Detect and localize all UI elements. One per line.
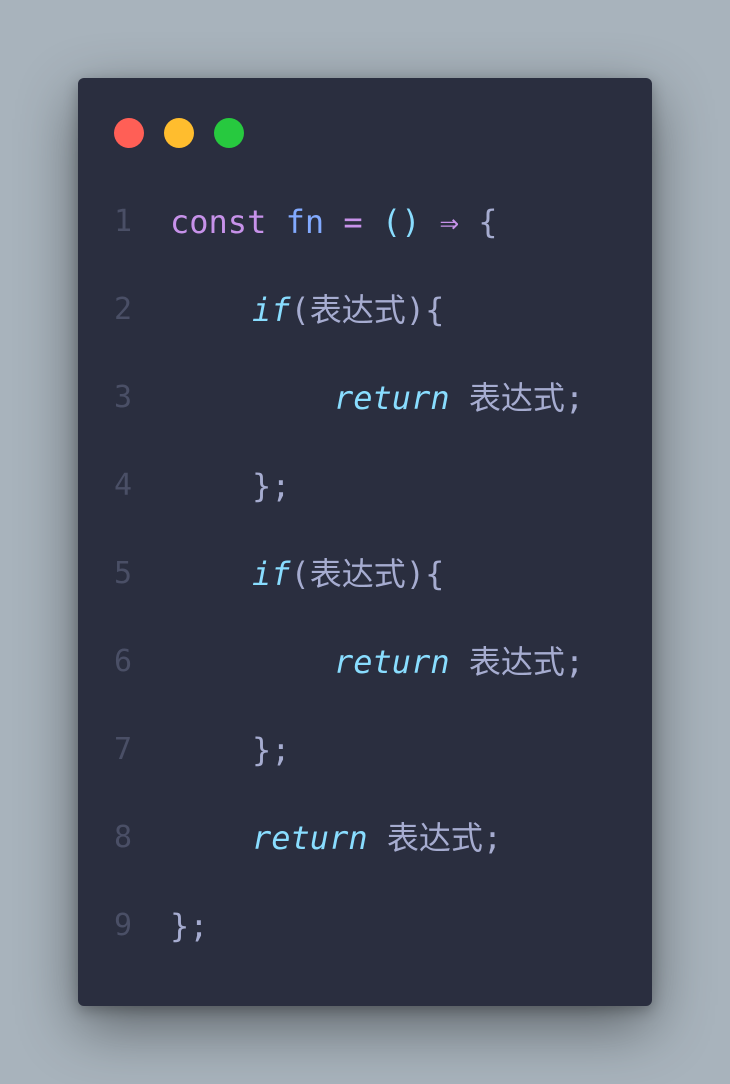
minimize-button[interactable]: [164, 118, 194, 148]
line-number: 6: [114, 644, 133, 679]
code-token: };: [252, 731, 291, 769]
code-token: const: [170, 203, 267, 241]
code-token: =: [343, 203, 363, 241]
code-line: 7};: [78, 706, 652, 794]
code-token: 表达式;: [449, 379, 585, 417]
code-text: const fn = () ⇒ {: [170, 178, 498, 266]
maximize-button[interactable]: [214, 118, 244, 148]
code-text: return 表达式;: [252, 794, 502, 882]
code-window: 1 const fn = () ⇒ {2 if(表达式){3 return 表达式; 4…: [78, 78, 652, 1006]
code-text: if(表达式){: [252, 266, 444, 354]
line-number: 2: [114, 292, 133, 327]
code-token: (表达式){: [290, 555, 445, 593]
code-token: 表达式;: [367, 819, 503, 857]
close-button[interactable]: [114, 118, 144, 148]
code-line: 6 return 表达式;: [78, 618, 652, 706]
code-token: {: [478, 203, 498, 241]
code-text: };: [170, 882, 209, 970]
code-token: };: [170, 907, 209, 945]
code-token: if: [252, 555, 291, 593]
code-text: };: [252, 706, 291, 794]
code-token: (表达式){: [290, 291, 445, 329]
code-line: 1 const fn = () ⇒ {: [78, 178, 652, 266]
code-text: return 表达式;: [334, 618, 584, 706]
code-text: };: [252, 442, 291, 530]
line-number: 5: [114, 556, 133, 591]
code-line: 8 return 表达式;: [78, 794, 652, 882]
code-token: return: [334, 379, 450, 417]
line-number: 3: [114, 380, 133, 415]
code-text: return 表达式;: [334, 354, 584, 442]
line-number: 1: [114, 204, 133, 239]
code-text: if(表达式){: [252, 530, 444, 618]
code-line: 3 return 表达式;: [78, 354, 652, 442]
code-line: 4};: [78, 442, 652, 530]
code-line: 5 if(表达式){: [78, 530, 652, 618]
code-token: (): [381, 203, 421, 241]
code-line: 2 if(表达式){: [78, 266, 652, 354]
code-token: };: [252, 467, 291, 505]
code-token: 表达式;: [449, 643, 585, 681]
code-token: fn: [285, 203, 325, 241]
code-token: ⇒: [439, 203, 459, 241]
line-number: 4: [114, 468, 133, 503]
line-number: 8: [114, 820, 133, 855]
code-token: return: [334, 643, 450, 681]
line-number: 7: [114, 732, 133, 767]
code-line: 9};: [78, 882, 652, 970]
line-number: 9: [114, 908, 133, 943]
code-token: return: [252, 819, 368, 857]
code-token: if: [252, 291, 291, 329]
